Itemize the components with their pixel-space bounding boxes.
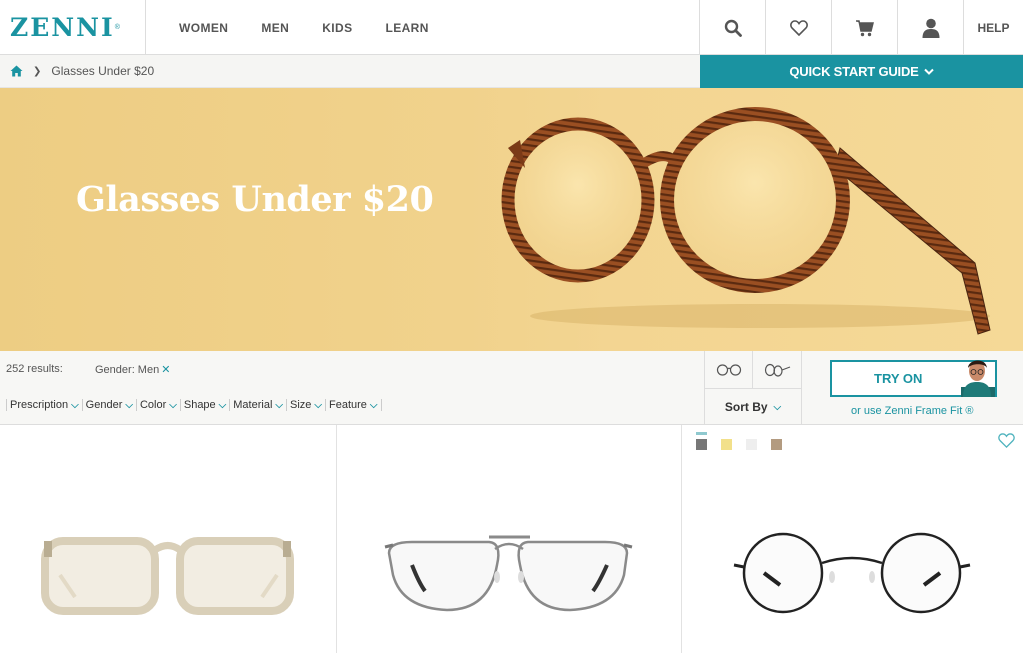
filter-label: Color xyxy=(139,399,167,411)
account-icon xyxy=(922,18,939,38)
filter-label: Shape xyxy=(183,399,216,411)
nav-women[interactable]: WOMEN xyxy=(179,21,228,35)
frame-fit-link[interactable]: or use Zenni Frame Fit ® xyxy=(851,405,973,417)
hero-glasses-image xyxy=(501,107,991,335)
breadcrumb-current: Glasses Under $20 xyxy=(51,64,155,78)
chevron-down-icon: ⌵ xyxy=(369,399,378,411)
cart-icon xyxy=(855,19,874,36)
cart-button[interactable] xyxy=(831,0,897,55)
main-nav: WOMEN MEN KIDS LEARN xyxy=(146,0,429,55)
chevron-down-icon: ⌵ xyxy=(125,399,133,411)
filter-color[interactable]: Color ⌵ xyxy=(135,399,180,411)
hero-banner: Glasses Under $20 xyxy=(0,88,1023,351)
heart-icon xyxy=(789,19,808,36)
chevron-right-icon: ❯ xyxy=(33,65,42,77)
active-filter-chip[interactable]: Gender: Men ✕ xyxy=(95,363,170,376)
chevron-down-icon xyxy=(923,68,934,75)
site-header: ZENNI ® WOMEN MEN KIDS LEARN HELP xyxy=(0,0,1023,55)
quick-start-label: QUICK START GUIDE xyxy=(789,64,919,79)
sort-by-dropdown[interactable]: Sort By ⌵ xyxy=(704,389,802,425)
chevron-down-icon: ⌵ xyxy=(314,399,322,411)
product-card[interactable] xyxy=(337,425,682,653)
round-wire-glasses-image xyxy=(733,532,971,614)
filter-label: Prescription xyxy=(10,399,69,411)
chevron-down-icon: ⌵ xyxy=(71,399,79,411)
nav-learn[interactable]: LEARN xyxy=(385,21,428,35)
logo-mark: ® xyxy=(114,24,120,31)
logo-text: ZENNI xyxy=(10,13,115,42)
glasses-angle-icon xyxy=(764,363,791,377)
glasses-front-icon xyxy=(716,363,741,376)
chevron-down-icon: ⌵ xyxy=(773,401,782,413)
search-button[interactable] xyxy=(699,0,765,55)
try-on-label: TRY ON xyxy=(874,371,923,386)
product-card[interactable] xyxy=(0,425,337,653)
home-icon[interactable] xyxy=(10,65,23,77)
filter-label: Material xyxy=(233,399,273,411)
chevron-down-icon: ⌵ xyxy=(169,399,177,411)
nav-kids[interactable]: KIDS xyxy=(322,21,352,35)
quick-start-guide-button[interactable]: QUICK START GUIDE xyxy=(700,55,1023,88)
filter-label: Size xyxy=(289,399,312,411)
remove-filter-icon[interactable]: ✕ xyxy=(161,364,170,376)
aviator-glasses-image xyxy=(384,535,633,612)
filter-size[interactable]: Size ⌵ xyxy=(285,399,325,411)
angle-view-toggle[interactable] xyxy=(753,351,802,389)
zenni-logo[interactable]: ZENNI ® xyxy=(0,0,146,55)
results-count: 252 results: xyxy=(6,363,63,375)
filter-shape[interactable]: Shape ⌵ xyxy=(179,399,229,411)
filter-bar: 252 results: Gender: Men ✕ Prescription ⌵ … xyxy=(0,351,1023,425)
account-button[interactable] xyxy=(897,0,963,55)
help-link[interactable]: HELP xyxy=(963,0,1023,55)
favorites-button[interactable] xyxy=(765,0,831,55)
filter-label: Gender xyxy=(85,399,123,411)
sort-label: Sort By xyxy=(724,400,768,414)
active-filter-label: Gender: Men xyxy=(95,364,160,376)
filter-material[interactable]: Material ⌵ xyxy=(229,399,286,411)
chevron-down-icon: ⌵ xyxy=(275,399,283,411)
model-avatar-image xyxy=(961,360,995,397)
front-view-toggle[interactable] xyxy=(704,351,753,389)
try-on-button[interactable]: TRY ON xyxy=(830,360,997,397)
filter-dropdowns: Prescription ⌵ Gender ⌵ Color ⌵ Shape ⌵ Mate… xyxy=(6,399,382,411)
clear-square-glasses-image xyxy=(41,537,294,615)
chevron-down-icon: ⌵ xyxy=(218,399,227,411)
nav-men[interactable]: MEN xyxy=(261,21,289,35)
breadcrumb: ❯ Glasses Under $20 xyxy=(0,55,700,88)
filter-feature[interactable]: Feature ⌵ xyxy=(324,399,382,411)
search-icon xyxy=(724,19,742,37)
product-card[interactable] xyxy=(682,425,1023,653)
filter-gender[interactable]: Gender ⌵ xyxy=(81,399,136,411)
filter-prescription[interactable]: Prescription ⌵ xyxy=(6,399,82,411)
filter-label: Feature xyxy=(328,399,367,411)
